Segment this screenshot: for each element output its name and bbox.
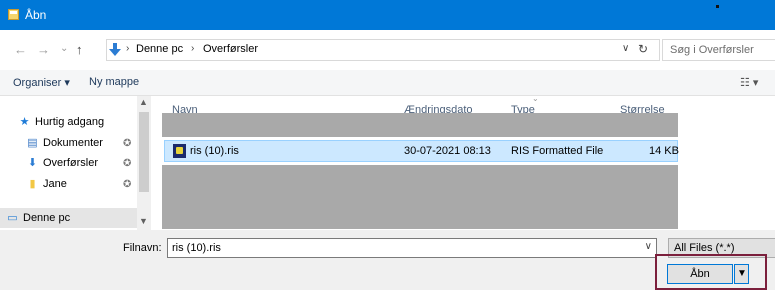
- navigation-scrollbar[interactable]: ▲ ▼: [137, 96, 151, 230]
- back-button[interactable]: ←: [14, 42, 27, 57]
- sidebar-item-label: Denne pc: [23, 212, 71, 224]
- computer-icon: ▭: [7, 212, 18, 224]
- filename-input[interactable]: ris (10).ris ∨: [167, 238, 657, 258]
- file-list: ⌄ Navn Ændringsdato Type Størrelse ris (…: [152, 94, 775, 230]
- search-input[interactable]: Søg i Overførsler: [662, 39, 775, 61]
- pin-icon: ✪: [123, 179, 132, 190]
- chevron-down-icon[interactable]: ∨: [645, 241, 652, 252]
- refresh-icon[interactable]: ↻: [638, 42, 648, 56]
- save-icon: [8, 9, 19, 20]
- open-button[interactable]: Åbn: [667, 264, 733, 284]
- breadcrumb-downloads[interactable]: Overførsler: [203, 43, 258, 55]
- folder-icon: ▮: [29, 178, 36, 190]
- new-folder-button[interactable]: Ny mappe: [89, 76, 139, 88]
- view-options-icon[interactable]: ☷ ▾: [740, 76, 758, 89]
- file-type: RIS Formatted File: [511, 145, 604, 157]
- sidebar-item-label: Hurtig adgang: [35, 116, 105, 128]
- file-name: ris (10).ris: [190, 145, 239, 157]
- open-button-label: Åbn: [690, 268, 710, 280]
- organize-button[interactable]: Organiser ▾: [13, 76, 70, 89]
- breadcrumb-this-pc[interactable]: Denne pc: [136, 43, 183, 55]
- downloads-icon: ⬇: [27, 157, 38, 169]
- sidebar-item-documents[interactable]: ▤ Dokumenter: [26, 136, 103, 154]
- sidebar-item-jane[interactable]: ▮ Jane: [26, 177, 67, 195]
- window-title: Åbn: [25, 8, 47, 22]
- forward-button[interactable]: →: [37, 42, 50, 57]
- redacted-area: [162, 113, 678, 137]
- title-bar-mark: [716, 5, 719, 8]
- table-row[interactable]: ris (10).ris 30-07-2021 08:13 RIS Format…: [164, 140, 679, 162]
- sort-indicator-icon: ⌄: [532, 94, 539, 103]
- redacted-area: [162, 165, 678, 229]
- open-options-button[interactable]: ▼: [734, 264, 749, 284]
- documents-icon: ▤: [27, 137, 38, 149]
- bottom-panel: Filnavn: ris (10).ris ∨ All Files (*.*): [0, 230, 775, 290]
- breadcrumb-separator: ›: [191, 43, 195, 54]
- recent-locations-button[interactable]: ⌄: [60, 43, 68, 54]
- file-date: 30-07-2021 08:13: [404, 145, 491, 157]
- address-bar[interactable]: › Denne pc › Overførsler ∨ ↻: [106, 39, 660, 61]
- search-placeholder: Søg i Overførsler: [670, 44, 754, 56]
- command-bar: Organiser ▾ Ny mappe ☷ ▾: [0, 70, 775, 96]
- scroll-down-icon[interactable]: ▼: [139, 216, 148, 226]
- sidebar-item-label: Overførsler: [43, 157, 98, 169]
- filename-value: ris (10).ris: [172, 242, 221, 254]
- ris-file-icon: [173, 144, 186, 158]
- pin-icon: ✪: [123, 138, 132, 149]
- title-bar: Åbn: [0, 0, 775, 30]
- breadcrumb-separator: ›: [126, 43, 130, 54]
- file-type-filter-value: All Files (*.*): [674, 242, 735, 254]
- scrollbar-thumb[interactable]: [139, 112, 149, 192]
- file-size: 14 KB: [649, 145, 679, 157]
- address-dropdown-icon[interactable]: ∨: [622, 43, 629, 54]
- pin-icon: ✪: [123, 158, 132, 169]
- downloads-icon: [109, 43, 121, 56]
- filename-label: Filnavn:: [123, 242, 162, 254]
- scroll-up-icon[interactable]: ▲: [139, 97, 148, 107]
- sidebar-item-quick-access[interactable]: ★ Hurtig adgang: [18, 115, 105, 133]
- sidebar-item-label: Dokumenter: [43, 137, 103, 149]
- navigation-pane: ★ Hurtig adgang ▤ Dokumenter ✪ ⬇ Overførsle…: [0, 96, 152, 230]
- sidebar-item-label: Jane: [43, 178, 67, 190]
- up-button[interactable]: ↑: [76, 42, 83, 57]
- star-icon: ★: [19, 116, 30, 128]
- sidebar-item-downloads[interactable]: ⬇ Overførsler: [26, 156, 98, 174]
- dropdown-arrow-icon: ▼: [737, 268, 747, 279]
- sidebar-item-this-pc[interactable]: ▭ Denne pc: [6, 211, 70, 229]
- navigation-bar: ← → ⌄ ↑ › Denne pc › Overførsler ∨ ↻ Søg…: [0, 30, 775, 70]
